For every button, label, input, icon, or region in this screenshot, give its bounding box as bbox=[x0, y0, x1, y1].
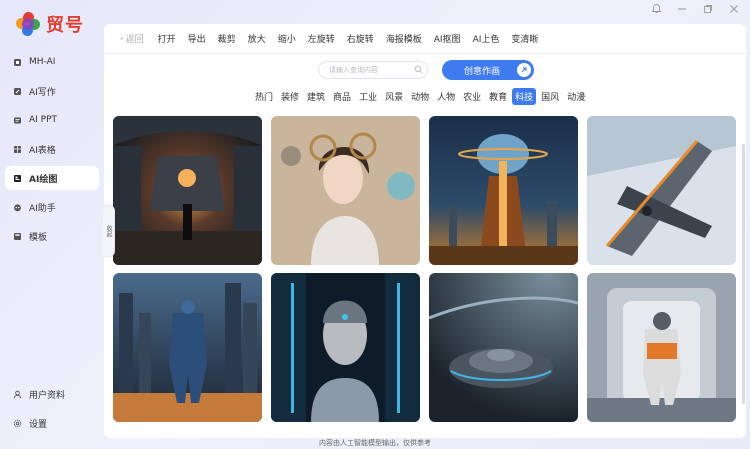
gallery-image[interactable] bbox=[271, 273, 420, 422]
create-artwork-button[interactable]: 创意作画 bbox=[442, 60, 534, 80]
sidebar-item-mh-ai[interactable]: MH-AI bbox=[5, 50, 99, 74]
zoom-in-button[interactable]: 放大 bbox=[242, 24, 272, 54]
sidebar-item-ai-table[interactable]: AI表格 bbox=[5, 137, 99, 161]
sidebar-item-user-profile[interactable]: 用户资料 bbox=[5, 382, 99, 406]
gallery-image[interactable] bbox=[113, 116, 262, 265]
export-button[interactable]: 导出 bbox=[182, 24, 212, 54]
open-button[interactable]: 打开 bbox=[152, 24, 182, 54]
sidebar-item-label: AI表格 bbox=[29, 145, 56, 156]
arrow-up-right-icon bbox=[517, 63, 531, 77]
category-architecture[interactable]: 建筑 bbox=[304, 88, 328, 105]
category-chinese-style[interactable]: 国风 bbox=[538, 88, 562, 105]
ai-colorize-button[interactable]: AI上色 bbox=[467, 24, 506, 54]
app-logo[interactable]: 贸号 bbox=[16, 11, 84, 37]
sidebar-item-label: AI PPT bbox=[29, 115, 58, 125]
rotate-right-button[interactable]: 右旋转 bbox=[341, 24, 380, 54]
sidebar: 贸号 MH-AI AI写作 AI PPT AI表格 AI绘图 AI助手 模板 用… bbox=[0, 0, 104, 449]
category-product[interactable]: 商品 bbox=[330, 88, 354, 105]
category-landscape[interactable]: 风景 bbox=[382, 88, 406, 105]
category-industry[interactable]: 工业 bbox=[356, 88, 380, 105]
gallery-image[interactable] bbox=[587, 116, 736, 265]
main-panel: ‹ 返回 打开 导出 裁剪 放大 缩小 左旋转 右旋转 海报模板 AI抠图 AI… bbox=[104, 24, 746, 438]
chevron-left-icon: ‹ bbox=[120, 33, 124, 44]
search-input[interactable]: 请输入查询内容 bbox=[318, 61, 428, 79]
slides-icon bbox=[13, 116, 22, 125]
category-animal[interactable]: 动物 bbox=[408, 88, 432, 105]
sidebar-item-label: AI绘图 bbox=[29, 174, 58, 185]
ai-cutout-button[interactable]: AI抠图 bbox=[428, 24, 467, 54]
gallery-image[interactable] bbox=[271, 116, 420, 265]
logo-icon bbox=[16, 12, 40, 36]
category-people[interactable]: 人物 bbox=[434, 88, 458, 105]
search-icon[interactable] bbox=[414, 65, 423, 77]
back-button[interactable]: ‹ 返回 bbox=[114, 24, 152, 54]
sidebar-item-ai-drawing[interactable]: AI绘图 bbox=[5, 166, 99, 190]
logo-text: 贸号 bbox=[46, 15, 84, 36]
sidebar-bottom: 用户资料 设置 bbox=[5, 382, 99, 440]
sidebar-item-ai-assistant[interactable]: AI助手 bbox=[5, 195, 99, 219]
gear-icon bbox=[13, 419, 22, 428]
close-button[interactable] bbox=[728, 4, 740, 17]
paint-icon bbox=[13, 174, 22, 183]
category-agriculture[interactable]: 农业 bbox=[460, 88, 484, 105]
sidebar-item-label: AI助手 bbox=[29, 203, 56, 214]
sidebar-item-template[interactable]: 模板 bbox=[5, 224, 99, 248]
category-technology[interactable]: 科技 bbox=[512, 88, 537, 105]
chip-icon bbox=[13, 58, 22, 67]
collapse-sidebar-tab[interactable]: 收起 bbox=[103, 205, 115, 257]
image-toolbar: ‹ 返回 打开 导出 裁剪 放大 缩小 左旋转 右旋转 海报模板 AI抠图 AI… bbox=[104, 24, 746, 54]
sidebar-item-label: MH-AI bbox=[29, 57, 56, 67]
rotate-left-button[interactable]: 左旋转 bbox=[302, 24, 341, 54]
category-anime[interactable]: 动漫 bbox=[564, 88, 588, 105]
template-icon bbox=[13, 232, 22, 241]
category-education[interactable]: 教育 bbox=[486, 88, 510, 105]
pin-icon[interactable] bbox=[650, 4, 662, 17]
enhance-button[interactable]: 变清晰 bbox=[505, 24, 544, 54]
gallery-image[interactable] bbox=[587, 273, 736, 422]
gallery-image[interactable] bbox=[429, 273, 578, 422]
sidebar-item-label: 设置 bbox=[29, 419, 48, 430]
footer-notice: 内容由人工智能模型输出，仅供参考 bbox=[319, 439, 431, 447]
gallery-image[interactable] bbox=[429, 116, 578, 265]
sidebar-item-ai-ppt[interactable]: AI PPT bbox=[5, 108, 99, 132]
sidebar-item-label: 用户资料 bbox=[29, 390, 66, 401]
sidebar-nav: MH-AI AI写作 AI PPT AI表格 AI绘图 AI助手 模板 bbox=[5, 50, 99, 253]
pen-icon bbox=[13, 87, 22, 96]
zoom-out-button[interactable]: 缩小 bbox=[272, 24, 302, 54]
category-decoration[interactable]: 装修 bbox=[278, 88, 302, 105]
poster-template-button[interactable]: 海报模板 bbox=[380, 24, 428, 54]
search-row: 请输入查询内容 创意作画 bbox=[104, 60, 746, 81]
user-icon bbox=[13, 390, 22, 399]
maximize-button[interactable] bbox=[702, 4, 714, 17]
sidebar-item-label: 模板 bbox=[29, 232, 48, 243]
table-icon bbox=[13, 145, 22, 154]
category-tabs: 热门 装修 建筑 商品 工业 风景 动物 人物 农业 教育 科技 国风 动漫 bbox=[252, 88, 590, 105]
crop-button[interactable]: 裁剪 bbox=[212, 24, 242, 54]
gallery-scrollbar[interactable] bbox=[742, 144, 745, 404]
category-hot[interactable]: 热门 bbox=[252, 88, 276, 105]
robot-icon bbox=[13, 203, 22, 212]
sidebar-item-label: AI写作 bbox=[29, 87, 56, 98]
minimize-button[interactable] bbox=[676, 4, 688, 17]
sidebar-item-settings[interactable]: 设置 bbox=[5, 411, 99, 435]
sidebar-item-ai-writing[interactable]: AI写作 bbox=[5, 79, 99, 103]
gallery-image[interactable] bbox=[113, 273, 262, 422]
window-controls bbox=[650, 4, 740, 17]
